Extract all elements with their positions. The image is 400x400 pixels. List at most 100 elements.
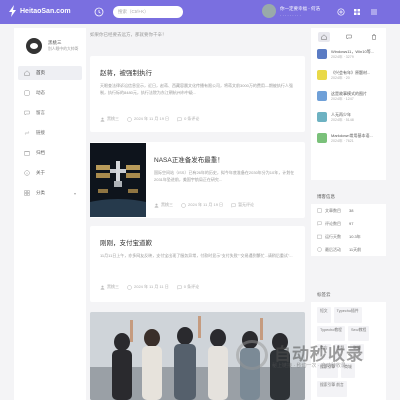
tag-item[interactable]: 搜索引擎	[317, 362, 339, 379]
tab-trash[interactable]	[368, 32, 380, 42]
item-views: 1247	[345, 97, 354, 101]
post-title[interactable]: 刚刚，支付宝道歉	[100, 237, 295, 247]
user-info[interactable]: 你一定要幸福 - 何浩 · · · · · · · · ·	[280, 6, 320, 18]
home-icon	[24, 70, 30, 76]
sidebar-item-label: 归档	[36, 150, 45, 155]
sidebar-nav: 首页 动态 留言 链接 归档 关于 分类 ▾	[14, 66, 86, 200]
profile-avatar	[26, 38, 42, 54]
list-item[interactable]: 人无再少年 2024年 · 5148	[311, 109, 386, 130]
post-meta: 黑桃三 2024 年 11 月 11 日 0 条评论	[100, 284, 199, 290]
chat-icon	[345, 34, 352, 40]
sidebar-item-about[interactable]: 关于	[18, 166, 82, 180]
calendar-icon	[317, 234, 322, 239]
stat-value: 10.3年	[349, 233, 361, 239]
list-item[interactable]: Markdown常用基本语... 2024年 · 7621	[311, 130, 386, 151]
sidebar-item-link[interactable]: 链接	[18, 126, 82, 140]
post-comments[interactable]: 0 条评论	[184, 116, 199, 122]
post-card[interactable]: NASA正准备发布最重！ 国际空间站（ISS）已有26年的历史，拟今年底准备在2…	[90, 142, 305, 218]
item-title: 人无再少年	[331, 112, 351, 117]
item-date: 2024年	[331, 97, 343, 101]
stat-value: 97	[349, 221, 354, 226]
menu-icon[interactable]	[370, 8, 378, 16]
sidebar-item-category[interactable]: 分类 ▾	[18, 186, 82, 200]
item-views: 5148	[345, 118, 354, 122]
stat-row: 最后活动 11天前	[311, 243, 386, 256]
sidebar-item-dynamic[interactable]: 动态	[18, 86, 82, 100]
search-input[interactable]: 搜索（Ctrl+K）	[113, 6, 183, 18]
profile-card[interactable]: 黑桃三 别人眼中的大帅哥	[14, 28, 86, 60]
post-author[interactable]: 黑桃三	[107, 116, 119, 122]
comment-icon	[317, 221, 322, 226]
stat-row: 运行天数 10.3年	[311, 230, 386, 243]
profile-subtitle: 别人眼中的大帅哥	[48, 47, 79, 51]
grid-icon[interactable]	[353, 8, 361, 16]
sidebar-item-home[interactable]: 首页	[18, 66, 82, 80]
user-sub: · · · · · · · · ·	[280, 13, 301, 18]
stat-label: 文章数目	[325, 207, 341, 213]
user-avatar[interactable]	[262, 4, 276, 18]
clock-icon	[127, 116, 132, 122]
tag-item[interactable]: 联盟	[350, 344, 364, 360]
tag-item[interactable]: 短文	[317, 307, 331, 323]
user-icon	[154, 203, 159, 208]
tab-comments[interactable]	[343, 32, 355, 42]
post-card[interactable]: 赵蒋，被强制执行 天眼查法律诉讼信息显示，近日，赵蒋、西藏容晨文化传播有限公司，…	[90, 56, 305, 132]
item-views: 7621	[345, 139, 354, 143]
stat-value: 38	[349, 208, 354, 213]
sidebar-item-label: 关于	[36, 170, 45, 175]
post-excerpt: 天眼查法律诉讼信息显示，近日，赵蒋、西藏容晨文化传播有限公司，将蒋文前3000万…	[100, 83, 293, 95]
post-cover-image[interactable]	[90, 312, 305, 400]
stat-row: 评论数目 97	[311, 217, 386, 230]
tag-item[interactable]: Typecho插件	[333, 307, 362, 323]
site-logo[interactable]: HeitaoSan.com	[8, 5, 71, 17]
dynamic-icon	[24, 90, 30, 96]
tag-list: 短文 Typecho插件 Typecho教程 Seo/教程 商店 主题 联盟 搜…	[311, 302, 386, 400]
list-item[interactable]: Windows11，Win10等... 2024年 · 3279	[311, 46, 386, 67]
sidebar-item-label: 动态	[36, 90, 45, 95]
archive-icon	[24, 151, 30, 156]
widget-tabs	[311, 28, 386, 46]
item-title: Windows11，Win10等...	[331, 49, 375, 54]
comment-icon	[231, 203, 236, 208]
left-sidebar: 黑桃三 别人眼中的大帅哥 首页 动态 留言 链接 归档 关于 分类 ▾	[14, 28, 86, 400]
post-card[interactable]: 刚刚，支付宝道歉 11月11日上午，亦多网友反映，支付宝出现了服务异常，付款时显…	[90, 226, 305, 302]
info-icon	[24, 170, 30, 176]
post-title[interactable]: NASA正准备发布最重！	[154, 154, 300, 164]
list-item[interactable]: 《兴会有年》原题材... 2024年 · 20	[311, 67, 386, 88]
sidebar-item-archive[interactable]: 归档	[18, 146, 82, 160]
comment-icon	[177, 285, 182, 290]
clock-icon	[127, 284, 132, 290]
home-icon	[320, 34, 327, 40]
post-author[interactable]: 黑桃三	[107, 284, 119, 290]
post-comments[interactable]: 0 条评论	[184, 284, 199, 290]
tag-item[interactable]: 主题	[333, 344, 348, 360]
logo-text: HeitaoSan.com	[20, 7, 71, 15]
item-thumbnail	[317, 133, 327, 143]
post-author[interactable]: 黑桃三	[161, 202, 173, 208]
post-comments[interactable]: 暂无评论	[238, 202, 254, 208]
stat-label: 最后活动	[325, 246, 341, 252]
list-item[interactable]: 这是故事模式的图片 2024年 · 1247	[311, 88, 386, 109]
sidebar-item-label: 链接	[36, 130, 45, 135]
profile-name: 黑桃三	[48, 40, 62, 45]
right-sidebar: Windows11，Win10等... 2024年 · 3279 《兴会有年》原题…	[311, 28, 386, 400]
bolt-icon	[9, 5, 16, 17]
tag-item[interactable]: 商城	[341, 362, 355, 379]
group-photo-image	[90, 312, 305, 400]
item-thumbnail	[317, 112, 327, 122]
stat-label: 评论数目	[325, 220, 341, 226]
tag-item[interactable]: 搜索引擎 前言	[317, 381, 347, 397]
tag-item[interactable]: Seo/教程	[347, 325, 370, 342]
post-title[interactable]: 赵蒋，被强制执行	[100, 67, 295, 77]
tab-home[interactable]	[317, 32, 330, 42]
post-card[interactable]	[90, 312, 305, 400]
sidebar-item-message[interactable]: 留言	[18, 106, 82, 120]
post-thumbnail[interactable]	[90, 143, 146, 217]
tag-item[interactable]: Typecho教程	[317, 325, 345, 342]
add-icon[interactable]	[337, 8, 345, 16]
user-icon	[100, 117, 105, 122]
user-icon	[100, 285, 105, 290]
item-thumbnail	[317, 91, 327, 101]
clock-icon[interactable]	[94, 7, 104, 17]
tag-item[interactable]: 商店	[317, 344, 331, 360]
